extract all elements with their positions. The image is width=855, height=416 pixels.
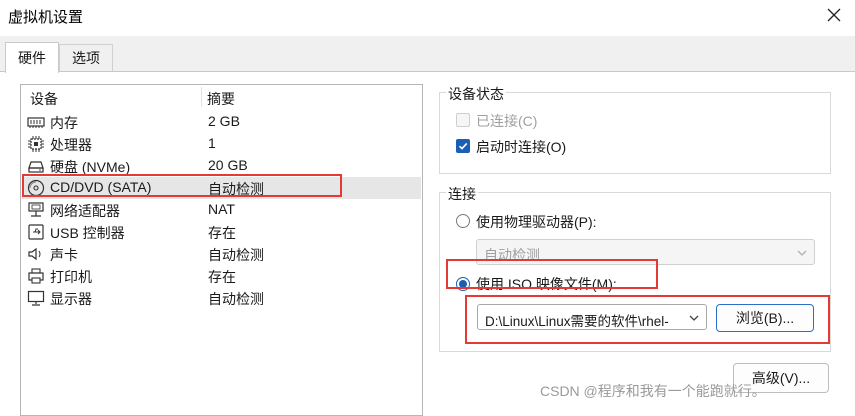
device-name: 打印机: [50, 269, 92, 285]
device-name: CD/DVD (SATA): [50, 179, 152, 195]
device-summary: NAT: [208, 201, 235, 217]
connected-label: 已连接(C): [476, 113, 538, 129]
chevron-down-icon: [797, 250, 807, 256]
device-name: 声卡: [50, 247, 78, 263]
usb-icon: [28, 224, 44, 240]
device-status-title: 设备状态: [446, 84, 506, 104]
device-name: 显示器: [50, 291, 92, 307]
device-summary: 自动检测: [208, 181, 264, 197]
device-summary: 存在: [208, 225, 236, 241]
title-bar: [0, 0, 855, 32]
device-row-usb-controller[interactable]: USB 控制器 存在: [22, 221, 421, 243]
physical-drive-radio[interactable]: [456, 214, 470, 228]
physical-drive-dropdown-value: 自动检测: [484, 247, 540, 263]
device-summary: 1: [208, 135, 216, 151]
column-header-device[interactable]: 设备: [30, 89, 58, 109]
device-row-cd-dvd[interactable]: CD/DVD (SATA) 自动检测: [22, 177, 421, 199]
device-name: USB 控制器: [50, 225, 125, 241]
device-row-display[interactable]: 显示器 自动检测: [22, 287, 421, 309]
device-summary: 存在: [208, 269, 236, 285]
device-name: 网络适配器: [50, 203, 120, 219]
close-icon: [827, 8, 841, 22]
checkmark-icon: [458, 142, 468, 150]
physical-drive-label: 使用物理驱动器(P):: [476, 214, 597, 230]
browse-button-label: 浏览(B)...: [735, 310, 795, 326]
column-header-summary[interactable]: 摘要: [207, 89, 235, 109]
iso-path-combobox[interactable]: D:\Linux\Linux需要的软件\rhel-: [477, 304, 707, 330]
hard-disk-icon: [28, 161, 44, 173]
device-summary: 自动检测: [208, 247, 264, 263]
device-row-processor[interactable]: 处理器 1: [22, 133, 421, 155]
connected-checkbox[interactable]: [456, 113, 470, 127]
tab-hardware[interactable]: 硬件: [5, 42, 59, 73]
device-name: 硬盘 (NVMe): [50, 159, 131, 175]
device-row-memory[interactable]: 内存 2 GB: [22, 111, 421, 133]
iso-path-value: D:\Linux\Linux需要的软件\rhel-: [485, 314, 669, 329]
tab-options-label: 选项: [72, 50, 100, 66]
device-summary: 2 GB: [208, 113, 240, 129]
network-adapter-icon: [28, 202, 44, 217]
column-divider[interactable]: [201, 87, 202, 107]
chevron-down-icon: [689, 315, 699, 321]
device-list[interactable]: 设备 摘要 内存 2 GB 处理器 1 硬盘 (NVMe) 20 GB CD/D…: [20, 84, 423, 416]
tab-hardware-label: 硬件: [18, 50, 46, 66]
iso-image-radio[interactable]: [456, 277, 470, 291]
device-row-sound-card[interactable]: 声卡 自动检测: [22, 243, 421, 265]
tab-options[interactable]: 选项: [59, 44, 113, 71]
connect-at-power-on-label: 启动时连接(O): [476, 139, 567, 155]
connection-title: 连接: [446, 184, 478, 204]
device-row-network-adapter[interactable]: 网络适配器 NAT: [22, 199, 421, 221]
window-title: 虚拟机设置: [8, 9, 84, 26]
cpu-icon: [28, 136, 44, 152]
cd-dvd-icon: [27, 179, 45, 197]
watermark-text: CSDN @程序和我有一个能跑就行。: [540, 383, 766, 399]
tab-strip: [0, 36, 855, 72]
device-name: 内存: [50, 115, 78, 131]
device-name: 处理器: [50, 137, 92, 153]
connect-at-power-on-checkbox[interactable]: [456, 139, 470, 153]
browse-button[interactable]: 浏览(B)...: [716, 304, 814, 332]
close-button[interactable]: [820, 2, 848, 28]
iso-image-label: 使用 ISO 映像文件(M):: [476, 276, 617, 292]
device-summary: 20 GB: [208, 157, 248, 173]
device-status-group: [439, 92, 831, 174]
device-summary: 自动检测: [208, 291, 264, 307]
speaker-icon: [28, 247, 41, 261]
memory-icon: [27, 117, 45, 128]
device-row-hard-disk[interactable]: 硬盘 (NVMe) 20 GB: [22, 155, 421, 177]
device-row-printer[interactable]: 打印机 存在: [22, 265, 421, 287]
monitor-icon: [27, 290, 45, 306]
printer-icon: [28, 268, 44, 284]
physical-drive-dropdown[interactable]: 自动检测: [476, 239, 815, 265]
